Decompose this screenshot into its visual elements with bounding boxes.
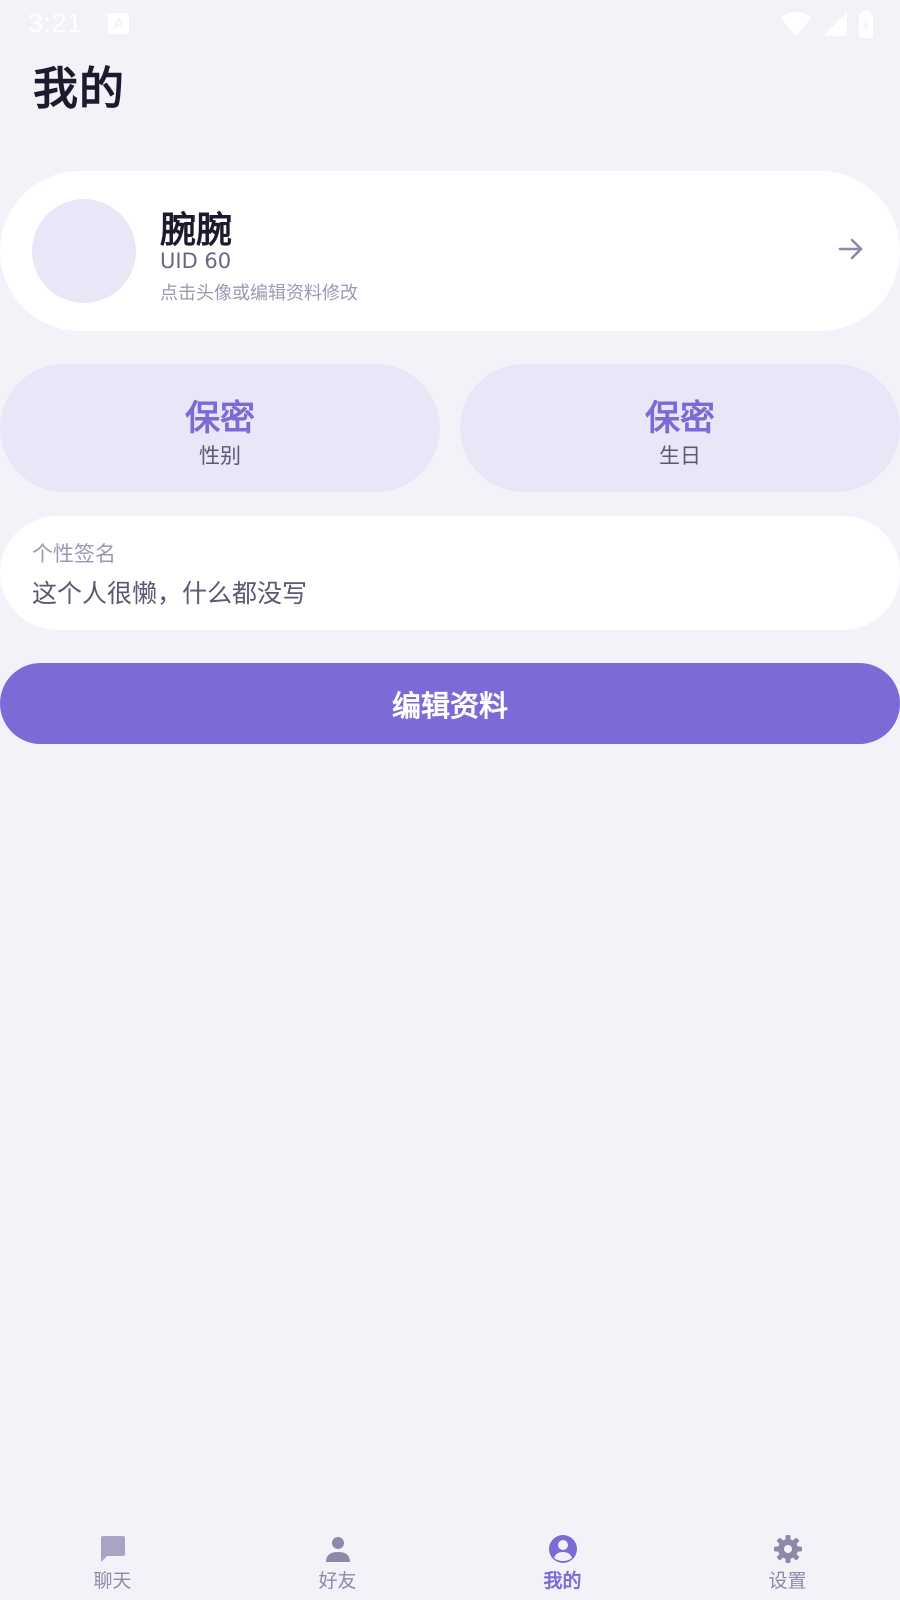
nav-label-me: 我的 <box>543 1570 582 1592</box>
signature-card[interactable]: 个性签名 这个人很懒，什么都没写 <box>0 516 900 630</box>
profile-name: 腕腕 <box>160 210 233 251</box>
gender-value: 保密 <box>184 399 255 439</box>
nav-label-settings: 设置 <box>768 1570 807 1592</box>
birthday-label: 生日 <box>659 444 701 468</box>
status-time: 3:21 <box>28 8 83 38</box>
gender-card[interactable]: 保密 性别 <box>0 364 440 492</box>
signal-icon <box>823 12 847 36</box>
page-title: 我的 <box>33 62 126 115</box>
arrow-right-icon[interactable] <box>836 234 866 264</box>
nav-item-me[interactable]: 我的 <box>450 1520 675 1600</box>
nav-item-friends[interactable]: 好友 <box>225 1520 450 1600</box>
profile-hint: 点击头像或编辑资料修改 <box>160 283 358 304</box>
chat-icon <box>101 1536 125 1562</box>
profile-card[interactable]: 腕腕 UID 60 点击头像或编辑资料修改 <box>0 171 900 331</box>
avatar[interactable] <box>32 199 136 303</box>
signature-label: 个性签名 <box>32 542 116 566</box>
birthday-card[interactable]: 保密 生日 <box>460 364 900 492</box>
gender-label: 性别 <box>199 444 241 468</box>
bottom-nav: 聊天 好友 我的 设置 <box>0 1520 900 1600</box>
a-icon: A <box>108 13 129 34</box>
status-icons <box>780 10 874 38</box>
nav-item-settings[interactable]: 设置 <box>675 1520 900 1600</box>
account-circle-icon <box>549 1535 577 1563</box>
birthday-value: 保密 <box>644 399 715 439</box>
wifi-icon <box>781 12 811 36</box>
signature-text: 这个人很懒，什么都没写 <box>32 579 308 608</box>
status-bar: 3:21 A <box>0 0 900 48</box>
nav-item-chat[interactable]: 聊天 <box>0 1520 225 1600</box>
nav-label-chat: 聊天 <box>93 1570 132 1592</box>
edit-profile-button[interactable]: 编辑资料 <box>0 663 900 744</box>
profile-uid: UID 60 <box>160 249 232 273</box>
person-icon <box>326 1537 350 1562</box>
nav-label-friends: 好友 <box>318 1570 357 1592</box>
gear-icon <box>774 1535 802 1563</box>
battery-icon <box>859 10 873 38</box>
